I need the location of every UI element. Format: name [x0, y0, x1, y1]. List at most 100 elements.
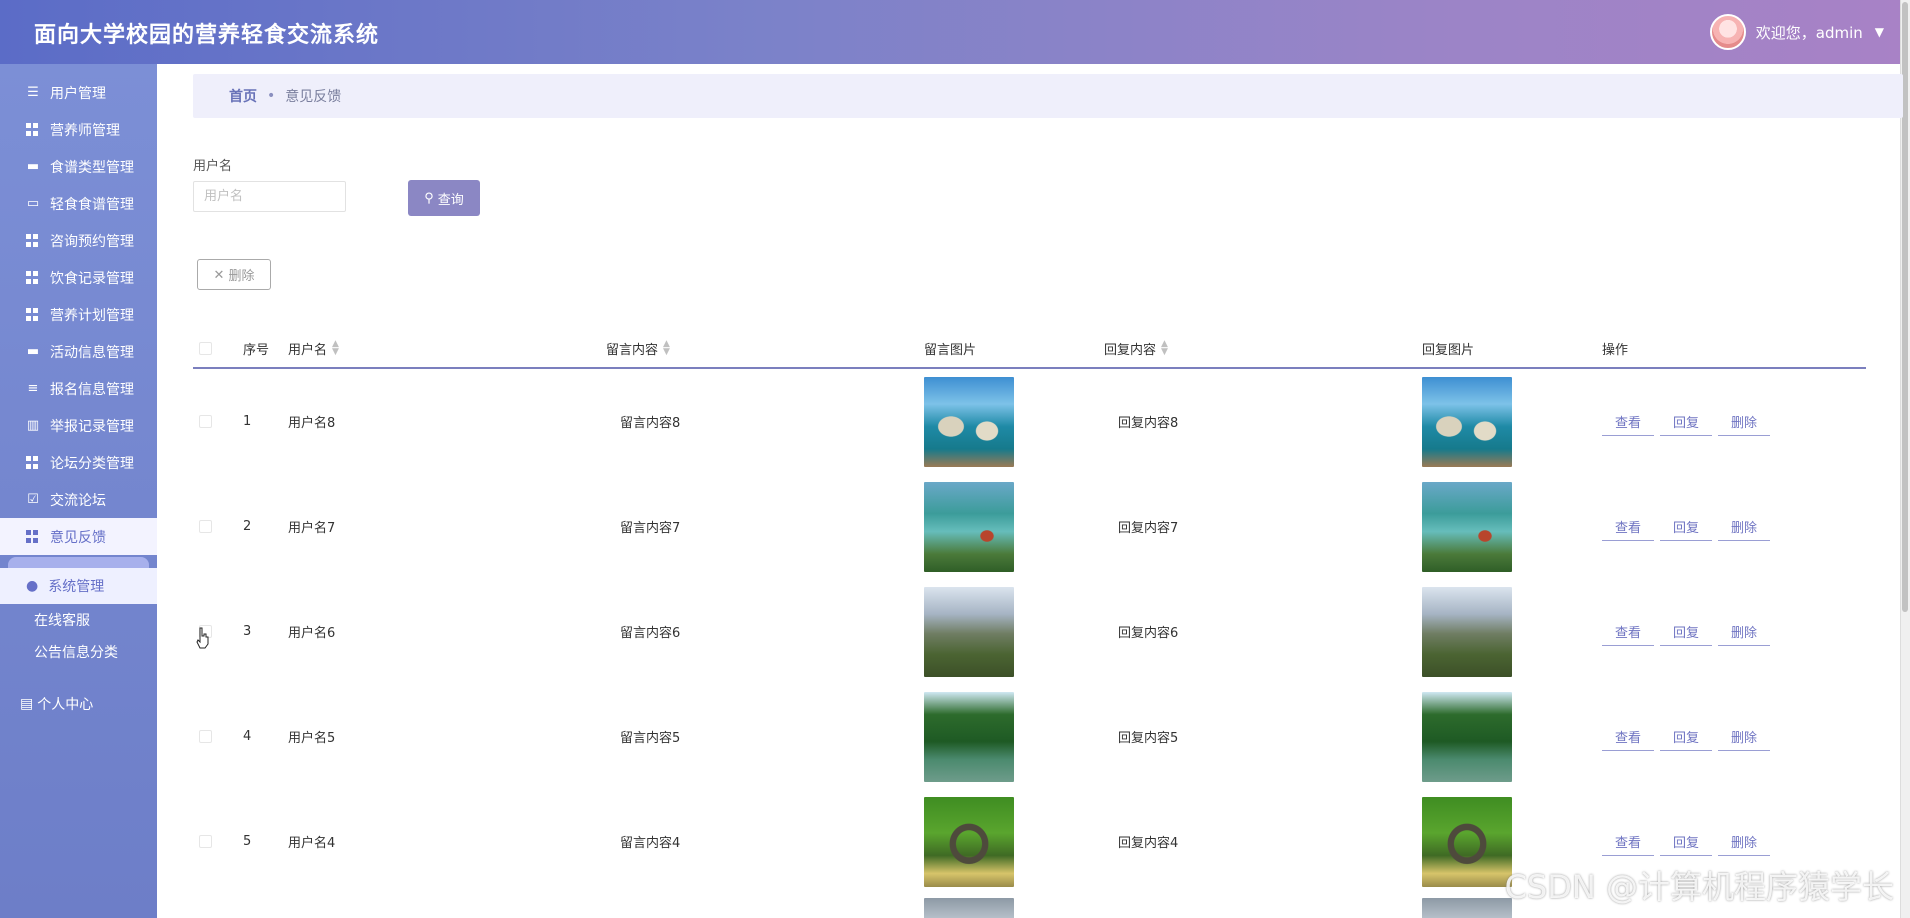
sidebar-item-label: 系统管理 — [48, 579, 105, 595]
delete-link[interactable]: 删除 — [1718, 828, 1771, 856]
message-image[interactable] — [924, 691, 1014, 782]
list-icon: ☰ — [27, 84, 39, 100]
select-all-checkbox[interactable] — [199, 341, 212, 355]
username-search-input[interactable] — [193, 181, 346, 212]
caret-down-icon[interactable]: ▼ — [1875, 25, 1884, 39]
reply-link[interactable]: 回复 — [1660, 828, 1713, 856]
row-message: 留言内容8 — [620, 416, 681, 431]
check-box-icon: ☑ — [27, 491, 39, 507]
reply-image[interactable] — [1422, 796, 1512, 887]
reply-image[interactable] — [1422, 898, 1512, 918]
row-message: 留言内容7 — [620, 521, 681, 536]
reply-image[interactable] — [1422, 586, 1512, 677]
reply-image[interactable] — [1422, 376, 1512, 467]
header-reply-image: 回复图片 — [1422, 342, 1475, 358]
message-image[interactable] — [924, 796, 1014, 887]
row-no: 1 — [243, 414, 252, 429]
sidebar-link-notice-categories[interactable]: 公告信息分类 — [0, 636, 157, 668]
sidebar-item-diet-records[interactable]: 饮食记录管理 — [0, 259, 157, 296]
delete-link[interactable]: 删除 — [1718, 723, 1771, 751]
sidebar-item-label: 用户管理 — [50, 85, 106, 102]
sort-icon[interactable]: ▲ ▼ — [1161, 340, 1168, 357]
header-username[interactable]: 用户名 ▲ ▼ — [288, 339, 606, 358]
delete-link[interactable]: 删除 — [1718, 513, 1771, 541]
sort-icon[interactable]: ▲ ▼ — [332, 340, 339, 357]
table-row: 1 用户名8 留言内容8 回复内容8 查看 回复 删除 — [193, 369, 1866, 474]
sidebar-item-label: 个人中心 — [37, 697, 94, 713]
sidebar-item-recipe-types[interactable]: ▬ 食谱类型管理 — [0, 148, 157, 185]
sidebar-item-personal-center[interactable]: ▤ 个人中心 — [0, 684, 157, 724]
breadcrumb-home[interactable]: 首页 — [229, 86, 257, 106]
sidebar-item-nutritionists[interactable]: 营养师管理 — [0, 111, 157, 148]
delete-link[interactable]: 删除 — [1718, 618, 1771, 646]
sidebar-item-feedback[interactable]: 意见反馈 — [0, 518, 157, 555]
view-link[interactable]: 查看 — [1602, 513, 1655, 541]
user-menu[interactable]: 欢迎您，admin ▼ — [1709, 14, 1884, 50]
app-title: 面向大学校园的营养轻食交流系统 — [34, 23, 380, 48]
sidebar: ☰ 用户管理 营养师管理 ▬ 食谱类型管理 ▭ 轻食食谱管理 咨询预约管理 饮食… — [0, 64, 157, 918]
reply-image[interactable] — [1422, 481, 1512, 572]
sort-icon[interactable]: ▲ ▼ — [663, 340, 670, 357]
reply-link[interactable]: 回复 — [1660, 513, 1713, 541]
sidebar-item-forum-categories[interactable]: 论坛分类管理 — [0, 444, 157, 481]
grid-icon — [26, 233, 40, 248]
top-header: 面向大学校园的营养轻食交流系统 欢迎您，admin ▼ — [0, 0, 1910, 64]
message-image[interactable] — [924, 586, 1014, 677]
row-no: 4 — [243, 729, 252, 744]
sidebar-item-consultations[interactable]: 咨询预约管理 — [0, 222, 157, 259]
breadcrumb: 首页 • 意见反馈 — [193, 74, 1903, 118]
table-row: 3 用户名6 留言内容6 回复内容6 查看 回复 删除 — [193, 579, 1866, 684]
batch-delete-button[interactable]: ✕ 删除 — [197, 259, 271, 290]
sidebar-item-light-recipes[interactable]: ▭ 轻食食谱管理 — [0, 185, 157, 222]
reply-link[interactable]: 回复 — [1660, 723, 1713, 751]
message-image[interactable] — [924, 898, 1014, 918]
sidebar-item-system[interactable]: ● 系统管理 — [0, 568, 157, 604]
feedback-table: 序号 用户名 ▲ ▼ 留言内容 ▲ ▼ 留言图片 回复内容 ▲ ▼ 回复图片 操作 1 用户… — [193, 329, 1866, 918]
view-link[interactable]: 查看 — [1602, 723, 1655, 751]
sidebar-item-registrations[interactable]: ≡ 报名信息管理 — [0, 370, 157, 407]
row-username: 用户名7 — [288, 521, 336, 536]
row-checkbox[interactable] — [199, 415, 212, 428]
sidebar-item-activities[interactable]: ▬ 活动信息管理 — [0, 333, 157, 370]
row-checkbox[interactable] — [199, 520, 212, 533]
message-image[interactable] — [924, 481, 1014, 572]
view-link[interactable]: 查看 — [1602, 828, 1655, 856]
reply-link[interactable]: 回复 — [1660, 408, 1713, 436]
row-reply: 回复内容6 — [1118, 626, 1179, 641]
row-no: 2 — [243, 519, 252, 534]
reply-image[interactable] — [1422, 691, 1512, 782]
sidebar-item-users[interactable]: ☰ 用户管理 — [0, 74, 157, 111]
delete-link[interactable]: 删除 — [1718, 408, 1771, 436]
sidebar-item-label: 报名信息管理 — [50, 381, 134, 398]
submenu-edge — [8, 557, 149, 568]
row-username: 用户名6 — [288, 626, 336, 641]
row-checkbox[interactable] — [199, 835, 212, 848]
reply-link[interactable]: 回复 — [1660, 618, 1713, 646]
view-link[interactable]: 查看 — [1602, 408, 1655, 436]
row-checkbox[interactable] — [199, 730, 212, 743]
app-root: 面向大学校园的营养轻食交流系统 欢迎您，admin ▼ ☰ 用户管理 营养师管理… — [0, 0, 1910, 918]
sidebar-item-label: 活动信息管理 — [50, 344, 134, 361]
row-actions: 查看 回复 删除 — [1602, 618, 1771, 646]
view-link[interactable]: 查看 — [1602, 618, 1655, 646]
table-header: 序号 用户名 ▲ ▼ 留言内容 ▲ ▼ 留言图片 回复内容 ▲ ▼ 回复图片 操作 — [193, 329, 1866, 369]
sidebar-link-online-service[interactable]: 在线客服 — [0, 604, 157, 636]
close-icon: ✕ — [213, 266, 225, 282]
header-message[interactable]: 留言内容 ▲ ▼ — [606, 339, 924, 358]
avatar[interactable] — [1709, 14, 1746, 50]
sidebar-item-reports[interactable]: ▥ 举报记录管理 — [0, 407, 157, 444]
row-username: 用户名8 — [288, 416, 336, 431]
watermark: CSDN @计算机程序猿学长 — [1504, 868, 1894, 906]
row-reply: 回复内容7 — [1118, 521, 1179, 536]
sidebar-item-nutrition-plans[interactable]: 营养计划管理 — [0, 296, 157, 333]
row-actions: 查看 回复 删除 — [1602, 723, 1771, 751]
welcome-text: 欢迎您，admin — [1755, 23, 1863, 42]
search-button[interactable]: ⚲ 查询 — [408, 180, 480, 216]
chart-icon: ▥ — [26, 417, 40, 433]
header-reply[interactable]: 回复内容 ▲ ▼ — [1104, 339, 1422, 358]
sidebar-item-label: 营养师管理 — [50, 122, 120, 139]
sidebar-item-forum[interactable]: ☑ 交流论坛 — [0, 481, 157, 518]
page-scrollbar[interactable] — [1900, 0, 1910, 918]
sidebar-item-label: 食谱类型管理 — [50, 159, 134, 176]
message-image[interactable] — [924, 376, 1014, 467]
